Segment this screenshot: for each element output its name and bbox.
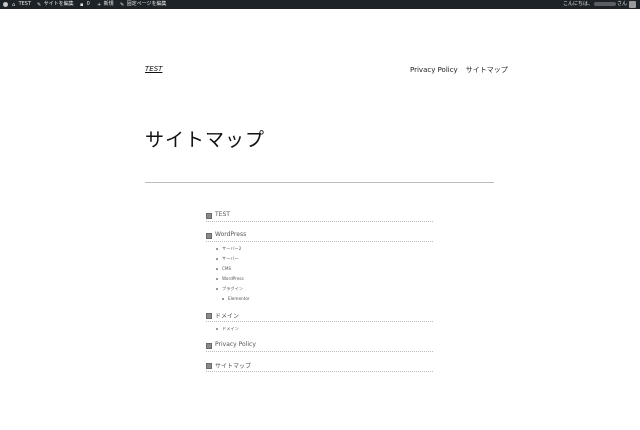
bullet-dot-icon: [216, 248, 218, 250]
sitemap-section-privacy-policy: Privacy Policy: [206, 340, 433, 360]
bullet-dot-icon: [216, 258, 218, 260]
bullet-dot-icon: [216, 328, 218, 330]
sitemap-link[interactable]: プラグイン: [222, 284, 243, 294]
sitemap-section-wordpress: WordPress サーバー2 サーバー CMS WordPress プラグイン…: [206, 230, 433, 304]
sitemap-section-domain: ドメイン ドメイン: [206, 310, 433, 334]
username-redacted: [594, 1, 617, 6]
admin-user-greeting[interactable]: こんにちは、 さん: [563, 0, 627, 9]
sitemap-link-wordpress[interactable]: WordPress: [215, 231, 246, 238]
admin-comments[interactable]: ▪ 0: [80, 0, 90, 9]
sitemap-section-sitemap: サイトマップ: [206, 360, 433, 380]
square-bullet-icon: [206, 213, 212, 219]
sitemap-link-test[interactable]: TEST: [215, 211, 230, 218]
page-title: サイトマップ: [145, 129, 266, 151]
sitemap-link[interactable]: WordPress: [222, 274, 244, 284]
sitemap-link[interactable]: サーバー: [222, 254, 239, 264]
nav-item-sitemap[interactable]: サイトマップ: [466, 66, 508, 74]
domain-children: ドメイン: [206, 322, 433, 334]
sitemap-link[interactable]: ドメイン: [222, 324, 239, 334]
wordpress-children: サーバー2 サーバー CMS WordPress プラグイン Elementor: [206, 242, 433, 304]
sitemap-list: TEST WordPress サーバー2 サーバー CMS WordPress …: [206, 210, 433, 380]
bullet-dot-icon: [216, 268, 218, 270]
list-item: CMS: [206, 264, 433, 274]
list-item: ドメイン: [206, 324, 433, 334]
avatar[interactable]: [629, 1, 636, 8]
home-icon: ⌂: [12, 1, 16, 8]
sitemap-section-test: TEST: [206, 210, 433, 230]
primary-nav: Privacy Policy サイトマップ: [410, 65, 516, 75]
bullet-dot-icon: [216, 278, 218, 280]
sitemap-link[interactable]: Elementor: [228, 294, 250, 304]
pencil-icon: ✎: [120, 1, 125, 8]
admin-site-name[interactable]: ⌂ TEST: [12, 0, 31, 9]
square-bullet-icon: [206, 343, 212, 349]
bullet-dot-icon: [222, 298, 224, 300]
sitemap-link-sitemap[interactable]: サイトマップ: [215, 361, 251, 370]
admin-new[interactable]: + 新規: [97, 0, 114, 9]
comment-icon: ▪: [80, 1, 84, 8]
list-item: サーバー2: [206, 244, 433, 254]
admin-edit-site[interactable]: ✎ サイトを編集: [37, 0, 74, 9]
sitemap-link[interactable]: サーバー2: [222, 244, 241, 254]
square-bullet-icon: [206, 313, 212, 319]
list-item: サーバー: [206, 254, 433, 264]
bullet-dot-icon: [216, 288, 218, 290]
sitemap-link-domain[interactable]: ドメイン: [215, 311, 239, 320]
square-bullet-icon: [206, 363, 212, 369]
list-item: Elementor: [206, 294, 433, 304]
title-divider: [145, 182, 494, 183]
plus-icon: +: [97, 1, 102, 8]
brush-icon: ✎: [37, 1, 42, 8]
nav-item-privacy-policy[interactable]: Privacy Policy: [410, 66, 458, 74]
list-item: WordPress: [206, 274, 433, 284]
site-title[interactable]: TEST: [145, 65, 162, 73]
list-item: プラグイン: [206, 284, 433, 294]
sitemap-link-privacy-policy[interactable]: Privacy Policy: [215, 341, 256, 348]
admin-edit-page[interactable]: ✎ 固定ページを編集: [120, 0, 167, 9]
sitemap-link[interactable]: CMS: [222, 264, 231, 274]
square-bullet-icon: [206, 233, 212, 239]
admin-toolbar: ⌂ TEST ✎ サイトを編集 ▪ 0 + 新規 ✎ 固定ページを編集 こんにち…: [0, 0, 640, 9]
wordpress-logo-icon[interactable]: [3, 2, 8, 7]
